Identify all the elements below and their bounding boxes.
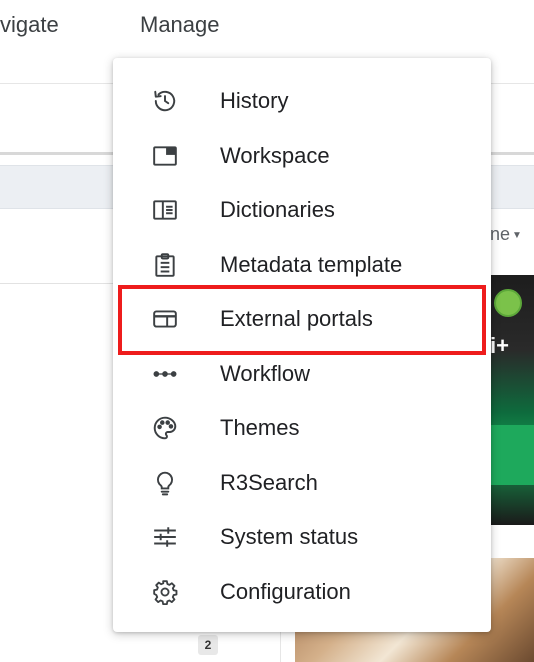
portal-icon <box>151 305 179 333</box>
workspace-icon <box>151 142 179 170</box>
menu-item-label: History <box>220 88 289 114</box>
nav-navigate[interactable]: vigate <box>0 12 59 38</box>
menu-item-label: External portals <box>220 306 373 332</box>
menu-item-configuration[interactable]: Configuration <box>113 565 491 620</box>
menu-item-label: Configuration <box>220 578 351 604</box>
menu-item-label: System status <box>220 524 359 550</box>
menu-item-label: Themes <box>220 415 300 441</box>
menu-item-r3search[interactable]: R3Search <box>113 456 491 511</box>
top-navigation: vigate Manage <box>0 0 534 58</box>
menu-item-system-status[interactable]: System status <box>113 510 491 565</box>
product-plus-graphic: i+ <box>490 333 509 358</box>
menu-item-label: Workspace <box>220 142 330 168</box>
menu-item-label: Dictionaries <box>220 197 335 223</box>
menu-item-label: Workflow <box>220 360 311 386</box>
menu-item-workflow[interactable]: Workflow <box>113 347 491 402</box>
menu-item-workspace[interactable]: Workspace <box>113 129 491 184</box>
menu-item-dictionaries[interactable]: Dictionaries <box>113 183 491 238</box>
clipboard-icon <box>151 251 179 279</box>
product-tag-graphic <box>494 289 522 317</box>
lightbulb-icon <box>151 469 179 497</box>
caret-down-icon: ▼ <box>512 229 522 241</box>
menu-item-label: R3Search <box>220 469 318 495</box>
product-thumbnail[interactable]: i+ <box>488 275 534 525</box>
count-badge: 2 <box>198 635 218 655</box>
sort-dropdown[interactable]: ne ▼ <box>490 224 522 245</box>
menu-item-themes[interactable]: Themes <box>113 401 491 456</box>
menu-item-metadata-template[interactable]: Metadata template <box>113 238 491 293</box>
sort-label: ne <box>490 224 511 244</box>
gear-icon <box>151 578 179 606</box>
menu-item-label: Metadata template <box>220 251 403 277</box>
dictionaries-icon <box>151 196 179 224</box>
menu-item-history[interactable]: History <box>113 74 491 129</box>
palette-icon <box>151 414 179 442</box>
history-icon <box>151 87 179 115</box>
workflow-dots-icon <box>151 360 179 388</box>
product-band-graphic <box>488 425 534 485</box>
sliders-icon <box>151 523 179 551</box>
screen: vigate Manage ne ▼ i+ 2 History Workspac… <box>0 0 534 662</box>
manage-menu: History Workspace Dictionaries Metadata … <box>113 58 491 632</box>
menu-item-external-portals[interactable]: External portals <box>113 292 491 347</box>
nav-manage[interactable]: Manage <box>140 12 220 38</box>
